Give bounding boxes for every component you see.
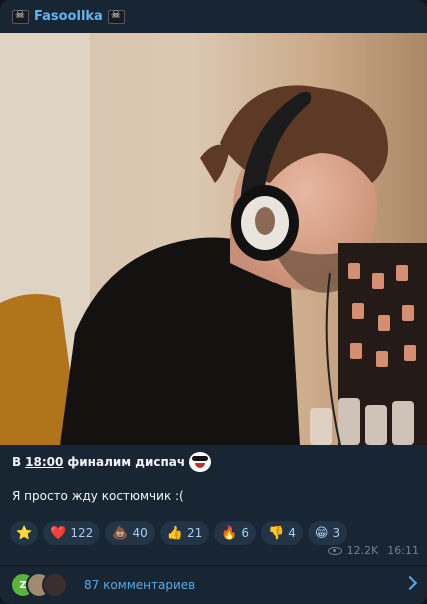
grin-icon: 😁 xyxy=(314,525,329,541)
post-text: В 18:00 финалим диспач Я просто жду кост… xyxy=(12,449,412,505)
reaction-fire[interactable]: 🔥 6 xyxy=(214,521,257,545)
time-link[interactable]: 18:00 xyxy=(25,454,63,471)
channel-post-card: Fasoollka xyxy=(0,0,427,604)
post-line-1-prefix: В xyxy=(12,454,22,469)
thumbs-down-icon: 👎 xyxy=(268,525,285,541)
post-line-2: Я просто жду костюмчик :( xyxy=(12,489,184,503)
reaction-heart[interactable]: ❤️ 122 xyxy=(43,521,101,545)
channel-name[interactable]: Fasoollka xyxy=(34,9,103,24)
clown-face-emoji-icon xyxy=(189,452,212,472)
avatar xyxy=(42,572,68,598)
heart-icon: ❤️ xyxy=(50,525,67,541)
photo-illustration xyxy=(0,33,427,445)
reaction-grin[interactable]: 😁 3 xyxy=(307,521,348,545)
post-time: 16:11 xyxy=(387,544,419,557)
post-line-1: В 18:00 финалим диспач xyxy=(12,452,412,472)
reaction-count: 4 xyxy=(288,526,296,540)
star-icon: ⭐ xyxy=(16,525,33,541)
pirate-flag-icon xyxy=(12,8,29,24)
reaction-count: 122 xyxy=(70,526,94,540)
reaction-count: 3 xyxy=(332,526,341,540)
view-count: 12.2K xyxy=(346,544,379,557)
fire-icon: 🔥 xyxy=(221,525,238,541)
post-line-1-rest: финалим диспач xyxy=(67,454,186,469)
comments-label: 87 комментариев xyxy=(84,578,196,592)
post-meta: 12.2K 16:11 xyxy=(327,544,419,557)
reaction-count: 40 xyxy=(132,526,148,540)
reaction-count: 21 xyxy=(186,526,203,540)
eye-icon xyxy=(327,546,342,555)
pirate-flag-icon xyxy=(107,8,125,24)
chevron-right-icon xyxy=(402,575,418,591)
poop-icon: 💩 xyxy=(112,525,129,541)
post-header: Fasoollka xyxy=(0,0,427,33)
reaction-thumbs-up[interactable]: 👍 21 xyxy=(159,521,210,545)
comments-button[interactable]: Z 87 комментариев xyxy=(0,566,427,604)
post-photo[interactable] xyxy=(0,33,427,445)
reactions-bar: ⭐ ❤️ 122 💩 40 👍 21 🔥 6 👎 4 😁 3 xyxy=(10,521,348,545)
reaction-poop[interactable]: 💩 40 xyxy=(105,521,155,545)
reaction-count: 6 xyxy=(241,526,250,540)
reaction-star[interactable]: ⭐ xyxy=(10,521,39,545)
reaction-thumbs-down[interactable]: 👎 4 xyxy=(261,521,303,545)
commenter-avatars: Z xyxy=(10,572,74,598)
thumbs-up-icon: 👍 xyxy=(166,525,183,541)
